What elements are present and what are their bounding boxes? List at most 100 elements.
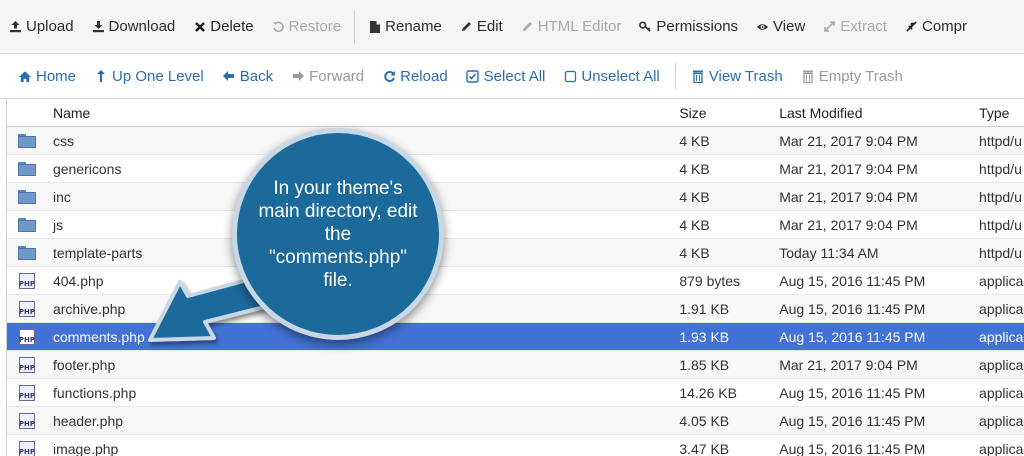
nav-back-button[interactable]: Back xyxy=(213,68,282,85)
table-row[interactable]: PHP archive.php 1.91 KB Aug 15, 2016 11:45 … xyxy=(7,295,1024,323)
toolbar-button-label: Download xyxy=(108,18,176,35)
file-last-modified: Aug 15, 2016 11:45 PM xyxy=(779,440,926,456)
file-type: httpd/u xyxy=(979,188,1022,205)
file-type: applica xyxy=(979,384,1024,401)
file-type: applica xyxy=(979,328,1024,345)
nav-button-label: Unselect All xyxy=(581,67,660,85)
back-arrow-icon xyxy=(222,69,236,83)
file-name: footer.php xyxy=(52,356,116,373)
php-file-icon: PHP xyxy=(7,328,47,345)
folder-icon xyxy=(7,245,47,260)
toolbar-extract-button[interactable]: Extract xyxy=(814,0,896,53)
header-type[interactable]: Type xyxy=(973,105,1024,121)
php-icon-text: PHP xyxy=(19,272,35,289)
file-size: 4 KB xyxy=(679,188,710,205)
rename-icon xyxy=(368,20,381,34)
toolbar-view-button[interactable]: View xyxy=(747,0,814,53)
nav-reload-button[interactable]: Reload xyxy=(373,68,457,85)
reload-icon xyxy=(382,69,396,83)
file-size: 3.47 KB xyxy=(679,440,730,456)
toolbar-button-label: Delete xyxy=(210,18,254,35)
table-body: css 4 KB Mar 21, 2017 9:04 PM httpd/u generi… xyxy=(7,127,1024,456)
toolbar-edit-button[interactable]: Edit xyxy=(451,0,512,53)
nav-select-all-button[interactable]: Select All xyxy=(457,68,555,85)
table-row[interactable]: template-parts 4 KB Today 11:34 AM httpd/u xyxy=(7,239,1024,267)
toolbar-button-label: Compr xyxy=(921,18,967,35)
file-last-modified: Mar 21, 2017 9:04 PM xyxy=(779,188,918,205)
header-size[interactable]: Size xyxy=(673,105,773,121)
instruction-callout: In your theme's main directory, edit the… xyxy=(232,128,444,340)
toolbar-restore-button[interactable]: Restore xyxy=(263,0,351,53)
table-row[interactable]: PHP 404.php 879 bytes Aug 15, 2016 11:45 PM… xyxy=(7,267,1024,295)
file-last-modified: Aug 15, 2016 11:45 PM xyxy=(779,412,926,429)
toolbar-separator xyxy=(354,9,356,44)
table-row[interactable]: PHP image.php 3.47 KB Aug 15, 2016 11:45 PM… xyxy=(7,435,1024,456)
nav-button-label: Home xyxy=(36,67,77,85)
file-name: header.php xyxy=(52,412,124,429)
nav-button-label: Empty Trash xyxy=(818,67,903,85)
up-level-icon xyxy=(94,69,108,83)
php-icon-text: PHP xyxy=(19,328,35,345)
php-icon-text: PHP xyxy=(19,384,35,401)
nav-empty-trash-button[interactable]: Empty Trash xyxy=(792,68,912,85)
nav-view-trash-button[interactable]: View Trash xyxy=(682,68,792,85)
file-type: httpd/u xyxy=(979,216,1022,233)
toolbar-compr-button[interactable]: Compr xyxy=(896,0,976,53)
nav-up-one-level-button[interactable]: Up One Level xyxy=(85,68,213,85)
table-row[interactable]: inc 4 KB Mar 21, 2017 9:04 PM httpd/u xyxy=(7,183,1024,211)
table-row[interactable]: PHP header.php 4.05 KB Aug 15, 2016 11:45 P… xyxy=(7,407,1024,435)
navigation-bar: Home Up One Level Back Forward Reload Select … xyxy=(0,54,1024,99)
table-row[interactable]: PHP comments.php 1.93 KB Aug 15, 2016 11:45… xyxy=(7,323,1024,351)
table-row[interactable]: css 4 KB Mar 21, 2017 9:04 PM httpd/u xyxy=(7,127,1024,155)
file-last-modified: Mar 21, 2017 9:04 PM xyxy=(779,356,918,373)
file-type: httpd/u xyxy=(979,160,1022,177)
toolbar-button-label: Permissions xyxy=(656,18,739,35)
compress-icon xyxy=(905,20,918,34)
nav-separator xyxy=(674,63,676,89)
toolbar-rename-button[interactable]: Rename xyxy=(359,0,451,53)
table-row[interactable]: js 4 KB Mar 21, 2017 9:04 PM httpd/u xyxy=(7,211,1024,239)
nav-button-label: Select All xyxy=(483,67,546,85)
nav-forward-button[interactable]: Forward xyxy=(282,68,373,85)
php-icon-text: PHP xyxy=(19,440,35,456)
restore-icon xyxy=(272,20,285,34)
file-type: applica xyxy=(979,440,1024,456)
toolbar-upload-button[interactable]: Upload xyxy=(0,0,83,53)
key-icon xyxy=(639,20,652,34)
file-table: Name Size Last Modified Type css 4 KB Mar … xyxy=(6,99,1024,456)
file-last-modified: Mar 21, 2017 9:04 PM xyxy=(779,132,918,149)
header-last-modified[interactable]: Last Modified xyxy=(773,105,973,121)
header-name[interactable]: Name xyxy=(47,105,673,121)
php-file-icon: PHP xyxy=(7,384,47,401)
file-last-modified: Mar 21, 2017 9:04 PM xyxy=(779,160,918,177)
file-last-modified: Aug 15, 2016 11:45 PM xyxy=(779,300,926,317)
nav-home-button[interactable]: Home xyxy=(9,68,85,85)
toolbar-button-label: Restore xyxy=(288,18,342,35)
toolbar-download-button[interactable]: Download xyxy=(83,0,185,53)
file-size: 4 KB xyxy=(679,244,710,261)
php-icon-text: PHP xyxy=(19,300,35,317)
file-size: 1.91 KB xyxy=(679,300,730,317)
file-last-modified: Mar 21, 2017 9:04 PM xyxy=(779,216,918,233)
file-type: httpd/u xyxy=(979,244,1022,261)
toolbar-button-label: HTML Editor xyxy=(537,18,622,35)
toolbar-html-editor-button[interactable]: HTML Editor xyxy=(512,0,631,53)
table-row[interactable]: PHP functions.php 14.26 KB Aug 15, 2016 11:… xyxy=(7,379,1024,407)
toolbar-delete-button[interactable]: Delete xyxy=(184,0,262,53)
edit-icon xyxy=(460,20,473,34)
nav-unselect-all-button[interactable]: Unselect All xyxy=(554,68,668,85)
file-last-modified: Today 11:34 AM xyxy=(779,244,879,261)
file-type: applica xyxy=(979,272,1024,289)
file-toolbar: Upload Download Delete Restore Rename Edit HTM… xyxy=(0,0,1024,54)
file-last-modified: Aug 15, 2016 11:45 PM xyxy=(779,328,926,345)
delete-icon xyxy=(193,20,206,34)
table-row[interactable]: PHP footer.php 1.85 KB Mar 21, 2017 9:04 PM… xyxy=(7,351,1024,379)
toolbar-permissions-button[interactable]: Permissions xyxy=(630,0,747,53)
php-file-icon: PHP xyxy=(7,300,47,317)
file-last-modified: Aug 15, 2016 11:45 PM xyxy=(779,384,926,401)
php-file-icon: PHP xyxy=(7,356,47,373)
table-row[interactable]: genericons 4 KB Mar 21, 2017 9:04 PM httpd/… xyxy=(7,155,1024,183)
php-icon-text: PHP xyxy=(19,356,35,373)
file-size: 4 KB xyxy=(679,216,710,233)
home-icon xyxy=(18,69,32,83)
